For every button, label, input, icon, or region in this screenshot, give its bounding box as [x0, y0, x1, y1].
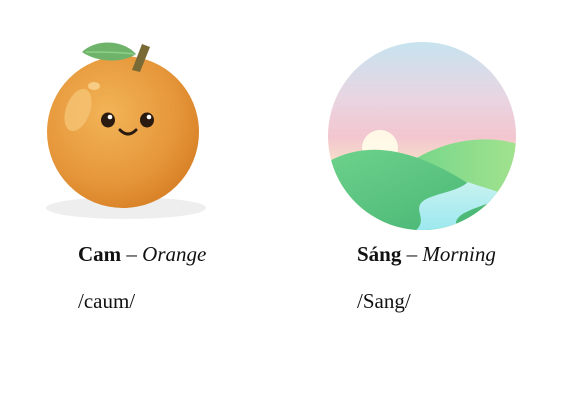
word-separator: – — [401, 242, 423, 266]
morning-landscape-icon — [318, 30, 528, 245]
word-separator: – — [121, 242, 143, 266]
english-translation: Morning — [422, 242, 496, 266]
pronunciation-cam: /caum/ — [78, 289, 136, 313]
vietnamese-word: Cam — [78, 242, 122, 266]
english-translation: Orange — [142, 242, 207, 266]
orange-highlight-small — [88, 82, 100, 90]
orange-illustration-svg — [46, 42, 206, 219]
word-entry-cam: Cam – Orange — [78, 242, 206, 267]
vietnamese-word: Sáng — [357, 242, 402, 266]
pronunciation-sang: /Sang/ — [357, 289, 411, 313]
morning-illustration-svg — [328, 42, 516, 230]
orange-left-eye — [101, 112, 115, 128]
orange-right-eye — [140, 112, 154, 128]
orange-icon — [36, 30, 216, 225]
word-entry-sang: Sáng – Morning — [357, 242, 496, 267]
